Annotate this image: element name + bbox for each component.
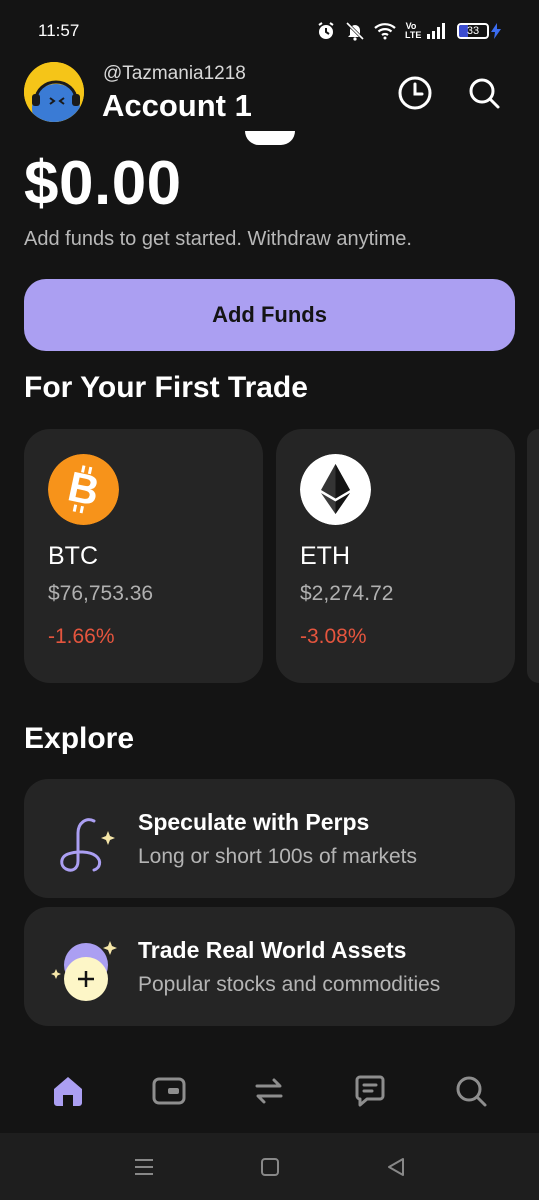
explore-perps-card[interactable]: Speculate with Perps Long or short 100s … bbox=[24, 779, 515, 898]
nav-home[interactable] bbox=[40, 1063, 96, 1119]
wifi-icon bbox=[374, 23, 396, 40]
rwa-icon bbox=[51, 941, 117, 1001]
swap-icon bbox=[255, 1078, 283, 1104]
avatar[interactable] bbox=[24, 62, 84, 122]
explore-item-subtitle: Popular stocks and commodities bbox=[138, 973, 441, 996]
avatar-image bbox=[24, 62, 84, 122]
account-name[interactable]: Account 1 bbox=[102, 88, 252, 124]
coin-symbol: ETH bbox=[300, 542, 350, 570]
clock-icon bbox=[398, 76, 432, 110]
coin-price: $76,753.36 bbox=[48, 582, 154, 605]
home-icon bbox=[54, 1077, 83, 1106]
menu-icon[interactable] bbox=[132, 1156, 156, 1178]
search-icon bbox=[456, 1076, 487, 1107]
add-funds-button[interactable]: Add Funds bbox=[24, 279, 515, 351]
coin-change: -1.66% bbox=[48, 625, 115, 648]
mute-icon bbox=[345, 21, 365, 41]
balance-amount: $0.00 bbox=[24, 149, 182, 218]
coin-symbol: BTC bbox=[48, 542, 98, 570]
overlay-shape bbox=[245, 131, 295, 145]
nav-wallet[interactable] bbox=[141, 1063, 197, 1119]
explore-item-subtitle: Long or short 100s of markets bbox=[138, 845, 417, 868]
history-button[interactable] bbox=[396, 74, 434, 112]
trade-card-btc[interactable]: B BTC $76,753.36 -1.66% bbox=[24, 429, 263, 683]
bitcoin-icon: B bbox=[48, 454, 119, 525]
first-trade-title: For Your First Trade bbox=[24, 371, 308, 404]
coin-price: $2,274.72 bbox=[300, 582, 394, 605]
battery-icon: 33 bbox=[457, 23, 501, 39]
perps-icon bbox=[60, 818, 115, 872]
alarm-icon bbox=[318, 22, 334, 39]
explore-rwa-card[interactable]: Trade Real World Assets Popular stocks a… bbox=[24, 907, 515, 1026]
nav-chat[interactable] bbox=[342, 1063, 398, 1119]
coin-change: -3.08% bbox=[300, 625, 367, 648]
chat-icon bbox=[355, 1075, 385, 1107]
explore-item-title: Speculate with Perps bbox=[138, 809, 370, 835]
back-icon[interactable] bbox=[385, 1156, 407, 1178]
balance-subtitle: Add funds to get started. Withdraw anyti… bbox=[24, 228, 412, 250]
explore-title: Explore bbox=[24, 722, 135, 755]
signal-icon bbox=[427, 23, 445, 39]
nav-search[interactable] bbox=[443, 1063, 499, 1119]
status-bar: 11:57 Vo LTE 33 bbox=[0, 0, 539, 62]
search-button[interactable] bbox=[465, 74, 503, 112]
home-square-icon[interactable] bbox=[259, 1156, 281, 1178]
bottom-nav bbox=[0, 1050, 539, 1132]
wallet-icon bbox=[152, 1077, 186, 1105]
trade-card-eth[interactable]: ETH $2,274.72 -3.08% bbox=[276, 429, 515, 683]
nav-swap[interactable] bbox=[241, 1063, 297, 1119]
status-time: 11:57 bbox=[38, 21, 80, 40]
ethereum-icon bbox=[300, 454, 371, 525]
charging-icon bbox=[491, 23, 501, 39]
account-handle: @Tazmania1218 bbox=[103, 63, 246, 84]
status-icons: Vo LTE 33 bbox=[316, 21, 501, 41]
volte-icon: Vo LTE bbox=[405, 21, 422, 40]
explore-item-title: Trade Real World Assets bbox=[138, 937, 407, 963]
account-header: @Tazmania1218 Account 1 bbox=[24, 62, 515, 132]
search-icon bbox=[469, 78, 500, 109]
trade-card-peek[interactable] bbox=[527, 429, 539, 683]
system-nav-bar bbox=[0, 1133, 539, 1200]
